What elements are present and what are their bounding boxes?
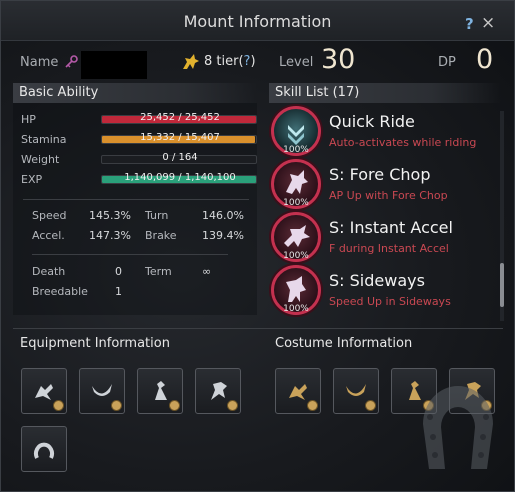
skill-name: S: Sideways: [329, 271, 425, 290]
equipment-slot-shoe[interactable]: [21, 426, 67, 472]
skill-list[interactable]: 100% Quick Ride Auto-activates while rid…: [269, 103, 504, 321]
horseshoe-watermark-icon: [423, 386, 493, 469]
term-label: Term: [145, 265, 172, 278]
weight-label: Weight: [21, 153, 60, 166]
hp-bar: 25,452 / 25,452: [101, 112, 257, 124]
window-title: Mount Information: [183, 12, 332, 31]
name-label: Name: [20, 55, 59, 70]
title-bar[interactable]: Mount Information ? ×: [1, 1, 514, 41]
saddle-icon: [92, 384, 112, 396]
brake-label: Brake: [145, 229, 177, 242]
speed-value: 145.3%: [89, 209, 131, 222]
level-value: 30: [321, 44, 356, 75]
exp-bar: 1,140,099 / 1,140,100: [101, 172, 257, 184]
equipment-slot-horseshoe[interactable]: [195, 368, 241, 414]
saddle-icon: [346, 384, 366, 396]
stamina-value: 15,332 / 15,407: [140, 132, 220, 143]
weight-value: 0 / 164: [162, 152, 198, 163]
horseshoe-icon: [211, 382, 227, 400]
stamina-label: Stamina: [21, 133, 67, 146]
skill-item[interactable]: 100% S: Fore Chop AP Up with Fore Chop: [269, 159, 499, 212]
turn-label: Turn: [145, 209, 169, 222]
skill-desc: F during Instant Accel: [329, 242, 449, 255]
hp-value: 25,452 / 25,452: [140, 112, 220, 123]
breedable-label: Breedable: [32, 285, 88, 298]
slot-indicator: [169, 400, 180, 411]
death-value: 0: [115, 265, 122, 278]
skill-list-header: Skill List (17): [269, 83, 501, 103]
sideways-skill-icon: 100%: [271, 265, 321, 315]
level-label: Level: [279, 55, 314, 70]
skill-desc: AP Up with Fore Chop: [329, 189, 448, 202]
skill-name: S: Instant Accel: [329, 218, 453, 237]
tier-value: 8 tier(?): [204, 54, 256, 69]
skill-name: S: Fore Chop: [329, 165, 431, 184]
slot-indicator: [53, 400, 64, 411]
divider: [13, 328, 503, 329]
weight-bar: 0 / 164: [101, 152, 257, 164]
slot-indicator: [365, 400, 376, 411]
dp-value: 0: [476, 44, 494, 75]
close-icon[interactable]: ×: [481, 13, 495, 33]
skill-item[interactable]: 100% Quick Ride Auto-activates while rid…: [269, 106, 499, 159]
mount-summary: Name 8 tier(?) Level 30 DP 0: [1, 41, 514, 85]
help-icon[interactable]: ?: [465, 15, 474, 33]
costume-header: Costume Information: [275, 336, 413, 351]
basic-ability-panel: HP 25,452 / 25,452 Stamina 15,332 / 15,4…: [13, 103, 257, 315]
barding-icon: [155, 381, 167, 400]
instant-accel-skill-icon: 100%: [271, 212, 321, 262]
hp-label: HP: [21, 113, 36, 126]
skill-desc: Speed Up in Sideways: [329, 295, 451, 308]
slot-indicator: [111, 400, 122, 411]
equipment-header: Equipment Information: [20, 336, 170, 351]
horseshoe-icon: [34, 442, 54, 459]
dp-label: DP: [438, 55, 456, 70]
divider: [23, 199, 249, 200]
quick-ride-skill-icon: 100%: [271, 106, 321, 156]
basic-ability-header: Basic Ability: [13, 83, 257, 103]
equipment-slot-barding[interactable]: [137, 368, 183, 414]
fore-chop-skill-icon: 100%: [271, 159, 321, 209]
divider: [32, 254, 228, 255]
term-value: ∞: [202, 265, 212, 278]
exp-label: EXP: [21, 173, 43, 186]
skill-item[interactable]: 100% S: Sideways Speed Up in Sideways: [269, 265, 499, 318]
costume-slot-stirrups[interactable]: [275, 368, 321, 414]
turn-value: 146.0%: [202, 209, 244, 222]
costume-slot-saddle[interactable]: [333, 368, 379, 414]
equipment-slot-saddle[interactable]: [79, 368, 125, 414]
skill-desc: Auto-activates while riding: [329, 136, 477, 149]
equipment-slot-stirrups[interactable]: [21, 368, 67, 414]
skill-list-scrollbar[interactable]: [500, 111, 504, 321]
accel-label: Accel.: [32, 229, 65, 242]
accel-value: 147.3%: [89, 229, 131, 242]
stirrups-icon: [289, 384, 307, 400]
speed-label: Speed: [32, 209, 67, 222]
horse-tier-icon: [183, 54, 199, 69]
skill-name: Quick Ride: [329, 112, 415, 131]
skill-item[interactable]: 100% S: Instant Accel F during Instant A…: [269, 212, 499, 265]
stirrups-icon: [35, 384, 53, 400]
mount-information-window: Mount Information ? × Name 8 tier(?) Lev…: [0, 0, 515, 492]
stamina-bar: 15,332 / 15,407: [101, 132, 257, 144]
death-label: Death: [32, 265, 66, 278]
slot-indicator: [227, 400, 238, 411]
mount-name-redacted: [81, 51, 147, 79]
slot-indicator: [307, 400, 318, 411]
exp-value: 1,140,099 / 1,140,100: [124, 172, 236, 183]
scroll-thumb[interactable]: [500, 263, 504, 307]
key-icon: [65, 55, 78, 68]
breedable-value: 1: [115, 285, 122, 298]
brake-value: 139.4%: [202, 229, 244, 242]
